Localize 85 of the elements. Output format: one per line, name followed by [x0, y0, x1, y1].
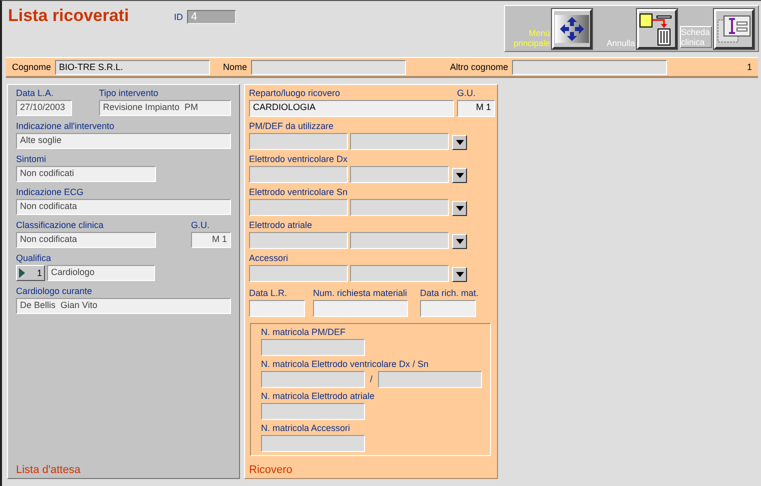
- field-label: Data L.R.: [249, 288, 288, 299]
- record-counter: 1: [746, 62, 752, 72]
- field-label: N. matricola PM/DEF: [261, 327, 347, 338]
- field-label: Tipo intervento: [99, 88, 160, 99]
- input-field[interactable]: [251, 60, 406, 74]
- field-label: Indicazione all'intervento: [16, 121, 116, 132]
- field-label: G.U.: [457, 88, 477, 99]
- input-field[interactable]: [249, 265, 348, 282]
- caret-icon: [456, 272, 464, 277]
- caret-icon: [456, 239, 464, 244]
- field-label: Altro cognome: [450, 62, 508, 72]
- separator-label: /: [370, 373, 373, 386]
- input-field[interactable]: M 1: [191, 232, 231, 248]
- input-field[interactable]: Alte soglie: [16, 133, 231, 149]
- input-field[interactable]: CARDIOLOGIA: [249, 100, 454, 117]
- record-selector-button[interactable]: 1: [16, 265, 45, 281]
- form-icon: [716, 14, 752, 44]
- field-label: Indicazione ECG: [16, 187, 85, 198]
- arrows-icon: [554, 14, 590, 44]
- cancel-button[interactable]: [637, 8, 677, 48]
- caret-icon: [456, 206, 464, 211]
- input-field[interactable]: Cardiologo: [47, 265, 155, 281]
- input-field[interactable]: De Bellis Gian Vito: [16, 298, 231, 314]
- input-field[interactable]: [261, 435, 365, 452]
- section-title: Ricovero: [249, 464, 294, 476]
- field-label: Classificazione clinica: [16, 220, 105, 231]
- dropdown-button[interactable]: [452, 168, 467, 183]
- input-field[interactable]: [420, 300, 476, 317]
- field-label: G.U.: [191, 220, 211, 231]
- input-field[interactable]: M 1: [457, 100, 495, 117]
- field-label: Elettrodo atriale: [249, 220, 314, 231]
- input-field[interactable]: [350, 133, 449, 150]
- input-field[interactable]: 27/10/2003: [16, 100, 72, 116]
- input-field[interactable]: [261, 339, 365, 356]
- field-label: N. matricola Elettrodo ventricolare Dx / Sn: [261, 359, 430, 370]
- input-field[interactable]: [249, 199, 348, 216]
- input-field[interactable]: [261, 371, 365, 388]
- play-icon: [19, 268, 25, 278]
- input-field[interactable]: Non codificati: [16, 166, 156, 182]
- toolbar-label: Annulla: [606, 38, 635, 48]
- field-label: N. matricola Accessori: [261, 423, 352, 434]
- input-field[interactable]: [350, 265, 449, 282]
- section-title: Lista d'attesa: [16, 464, 82, 476]
- input-field[interactable]: [249, 300, 305, 317]
- input-field[interactable]: [249, 166, 348, 183]
- field-label: Qualifica: [16, 253, 52, 264]
- caret-icon: [456, 140, 464, 145]
- input-field[interactable]: [350, 166, 449, 183]
- field-label: Data L.A.: [16, 88, 55, 99]
- input-field[interactable]: [512, 60, 668, 74]
- input-field[interactable]: [378, 371, 482, 388]
- window-title: Lista ricoverati: [8, 6, 130, 26]
- input-field[interactable]: BIO-TRE S.R.L.: [55, 60, 210, 74]
- input-field[interactable]: [350, 199, 449, 216]
- menu-button[interactable]: [552, 8, 592, 48]
- clinical-record-button[interactable]: [714, 8, 754, 48]
- toolbar-label: Menù principale: [512, 28, 550, 48]
- input-field[interactable]: [350, 232, 449, 249]
- field-label: Elettrodo ventricolare Sn: [249, 187, 349, 198]
- field-label: Elettrodo ventricolare Dx: [249, 154, 349, 165]
- input-field[interactable]: [249, 232, 348, 249]
- input-field[interactable]: [261, 403, 365, 420]
- input-field[interactable]: Non codificata: [16, 199, 231, 215]
- input-field[interactable]: [313, 300, 408, 317]
- field-label: Num. richiesta materiali: [313, 288, 408, 299]
- field-label: Accessori: [249, 253, 290, 264]
- field-label: Cardiologo curante: [16, 286, 94, 297]
- id-field: 4: [187, 10, 236, 24]
- id-label: ID: [174, 12, 183, 22]
- field-label: Reparto/luogo ricovero: [249, 88, 342, 99]
- dropdown-button[interactable]: [452, 234, 467, 249]
- toolbar-label: Scheda clinica: [680, 26, 712, 48]
- field-label: N. matricola Elettrodo atriale: [261, 391, 376, 402]
- dropdown-button[interactable]: [452, 201, 467, 216]
- field-label: Cognome: [12, 62, 52, 72]
- field-label: Data rich. mat.: [420, 288, 479, 299]
- field-label: Sintomi: [16, 154, 48, 165]
- input-field[interactable]: [249, 133, 348, 150]
- field-label: Nome: [223, 62, 248, 72]
- dropdown-button[interactable]: [452, 135, 467, 150]
- caret-icon: [456, 173, 464, 178]
- input-field[interactable]: Non codificata: [16, 232, 156, 248]
- field-label: PM/DEF da utilizzare: [249, 121, 335, 132]
- dropdown-button[interactable]: [452, 267, 467, 282]
- input-field[interactable]: Revisione Impianto PM: [99, 100, 231, 116]
